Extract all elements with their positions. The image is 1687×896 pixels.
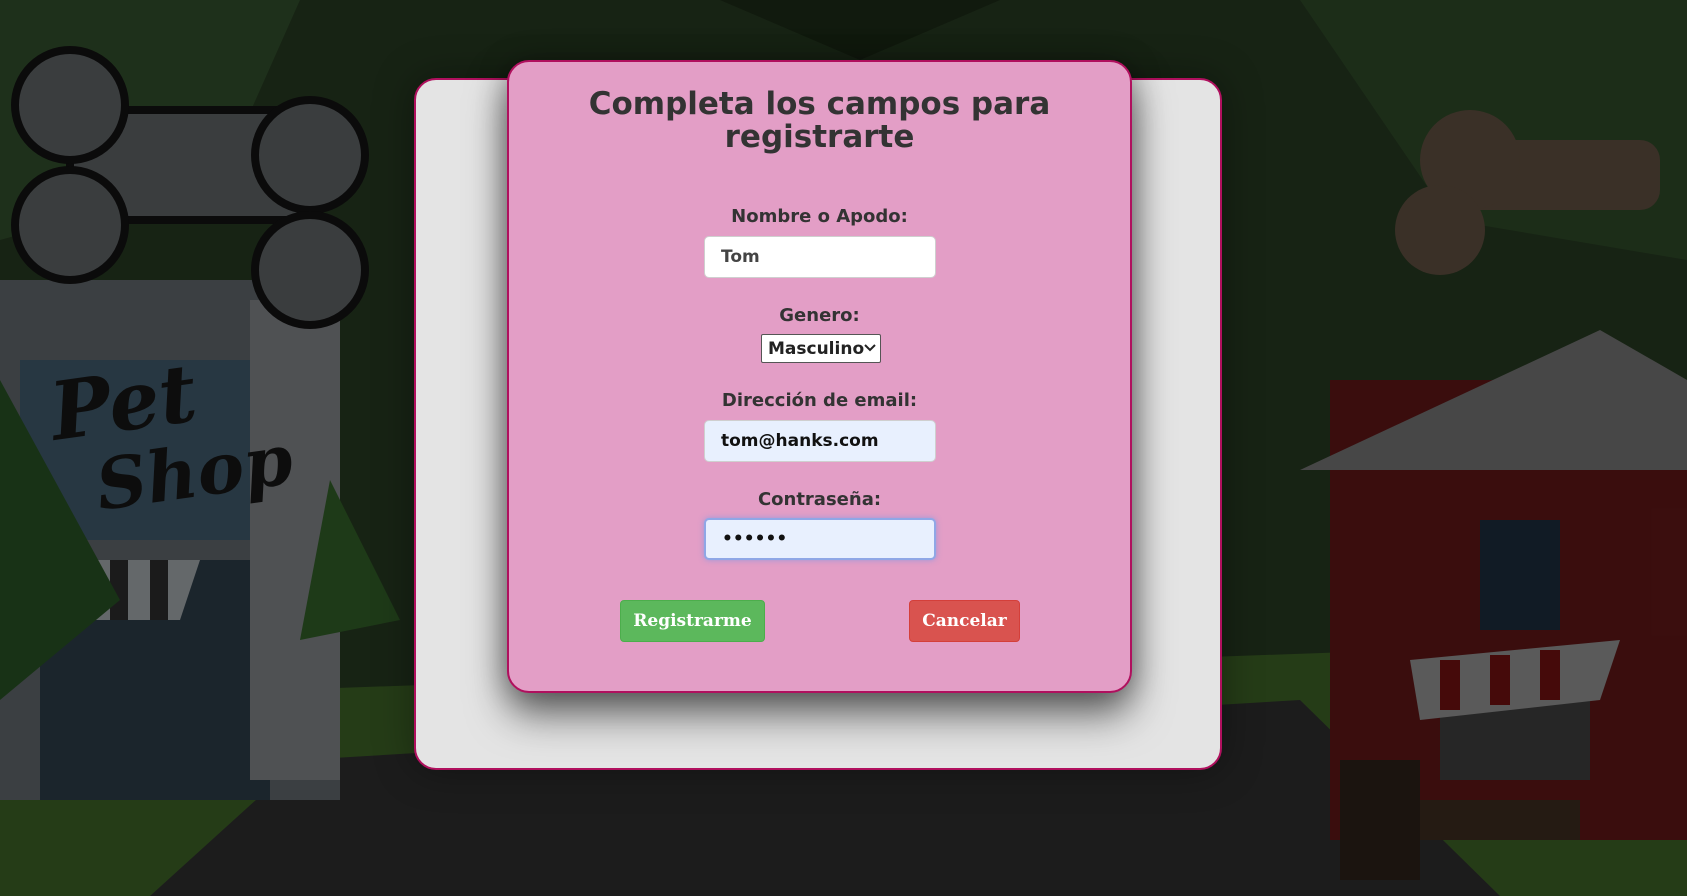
registration-form: Completa los campos para registrarte Nom… <box>507 60 1132 693</box>
gender-select-value: Masculino <box>768 338 865 359</box>
chevron-down-icon <box>864 341 876 356</box>
form-title: Completa los campos para registrarte <box>588 86 1051 155</box>
register-button[interactable]: Registrarme <box>620 600 765 642</box>
email-label: Dirección de email: <box>721 390 918 411</box>
gender-label: Genero: <box>779 305 860 326</box>
email-input[interactable]: tom@hanks.com <box>704 420 936 462</box>
name-input-value: Tom <box>721 247 760 267</box>
password-label: Contraseña: <box>757 489 882 510</box>
email-input-value: tom@hanks.com <box>721 431 879 451</box>
name-label: Nombre o Apodo: <box>731 206 908 227</box>
gender-select[interactable]: Masculino <box>761 334 881 363</box>
cancel-button[interactable]: Cancelar <box>909 600 1020 642</box>
password-input[interactable]: •••••• <box>704 518 936 560</box>
name-input[interactable]: Tom <box>704 236 936 278</box>
password-input-value: •••••• <box>722 529 788 549</box>
